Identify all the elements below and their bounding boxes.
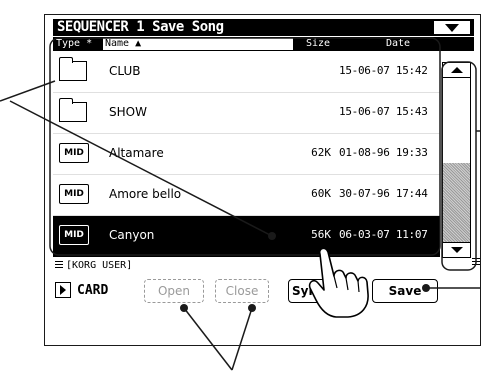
file-date: 06-03-07 11:07 <box>339 228 428 241</box>
file-date: 01-08-96 19:33 <box>339 146 428 159</box>
device-label: CARD <box>77 282 109 298</box>
midi-file-icon: MID <box>59 225 89 245</box>
page-menu-button[interactable] <box>433 20 471 35</box>
file-row[interactable]: MID Altamare 62K 01-08-96 19:33 <box>53 134 440 175</box>
arrow-right-icon <box>60 285 66 295</box>
file-row[interactable]: MID Amore bello 60K 30-07-96 17:44 <box>53 175 440 216</box>
current-path: [KORG USER] <box>55 260 132 271</box>
file-size: 60K <box>311 187 331 200</box>
file-name: Altamare <box>109 146 164 160</box>
device-arrow-button[interactable] <box>55 282 71 298</box>
file-size: 56K <box>311 228 331 241</box>
file-name: Amore bello <box>109 187 182 201</box>
list-scrollbar[interactable] <box>442 62 471 258</box>
scroll-track[interactable] <box>443 78 470 242</box>
pointing-hand-icon <box>308 247 369 318</box>
arrow-up-icon <box>450 67 463 73</box>
column-type[interactable]: Type * <box>56 37 92 51</box>
page-title: SEQUENCER 1 Save Song <box>57 19 224 35</box>
list-menu-icon[interactable] <box>472 258 480 268</box>
device-selector[interactable]: CARD <box>55 280 108 300</box>
file-name: SHOW <box>109 105 147 119</box>
title-bar: SEQUENCER 1 Save Song <box>53 19 474 36</box>
column-date[interactable]: Date <box>386 37 410 51</box>
folder-icon <box>59 98 87 122</box>
column-header: Type * Name ▲ Size Date <box>53 37 474 51</box>
open-button[interactable]: Open <box>144 279 204 303</box>
arrow-down-icon <box>450 247 463 253</box>
file-name: Canyon <box>109 228 155 242</box>
save-song-screen: SEQUENCER 1 Save Song Type * Name ▲ Size… <box>44 14 481 346</box>
scroll-up-button[interactable] <box>443 63 470 78</box>
file-date: 15-06-07 15:42 <box>339 64 428 77</box>
folder-icon <box>59 57 87 81</box>
save-button[interactable]: Save <box>372 279 438 303</box>
midi-file-icon: MID <box>59 143 89 163</box>
path-menu-icon <box>55 260 63 270</box>
column-name[interactable]: Name ▲ <box>103 38 293 50</box>
file-list: CLUB 15-06-07 15:42 SHOW 15-06-07 15:43 … <box>53 52 440 257</box>
midi-file-icon: MID <box>59 184 89 204</box>
file-row-selected[interactable]: MID Canyon 56K 06-03-07 11:07 <box>53 216 440 257</box>
file-date: 30-07-96 17:44 <box>339 187 428 200</box>
scroll-thumb[interactable] <box>443 163 470 242</box>
close-button[interactable]: Close <box>215 279 269 303</box>
chevron-down-icon <box>445 23 459 32</box>
path-label: [KORG USER] <box>66 260 133 271</box>
file-name: CLUB <box>109 64 141 78</box>
column-size[interactable]: Size <box>306 37 330 51</box>
file-size: 62K <box>311 146 331 159</box>
file-row[interactable]: CLUB 15-06-07 15:42 <box>53 52 440 93</box>
file-row[interactable]: SHOW 15-06-07 15:43 <box>53 93 440 134</box>
scroll-down-button[interactable] <box>443 242 470 257</box>
file-date: 15-06-07 15:43 <box>339 105 428 118</box>
